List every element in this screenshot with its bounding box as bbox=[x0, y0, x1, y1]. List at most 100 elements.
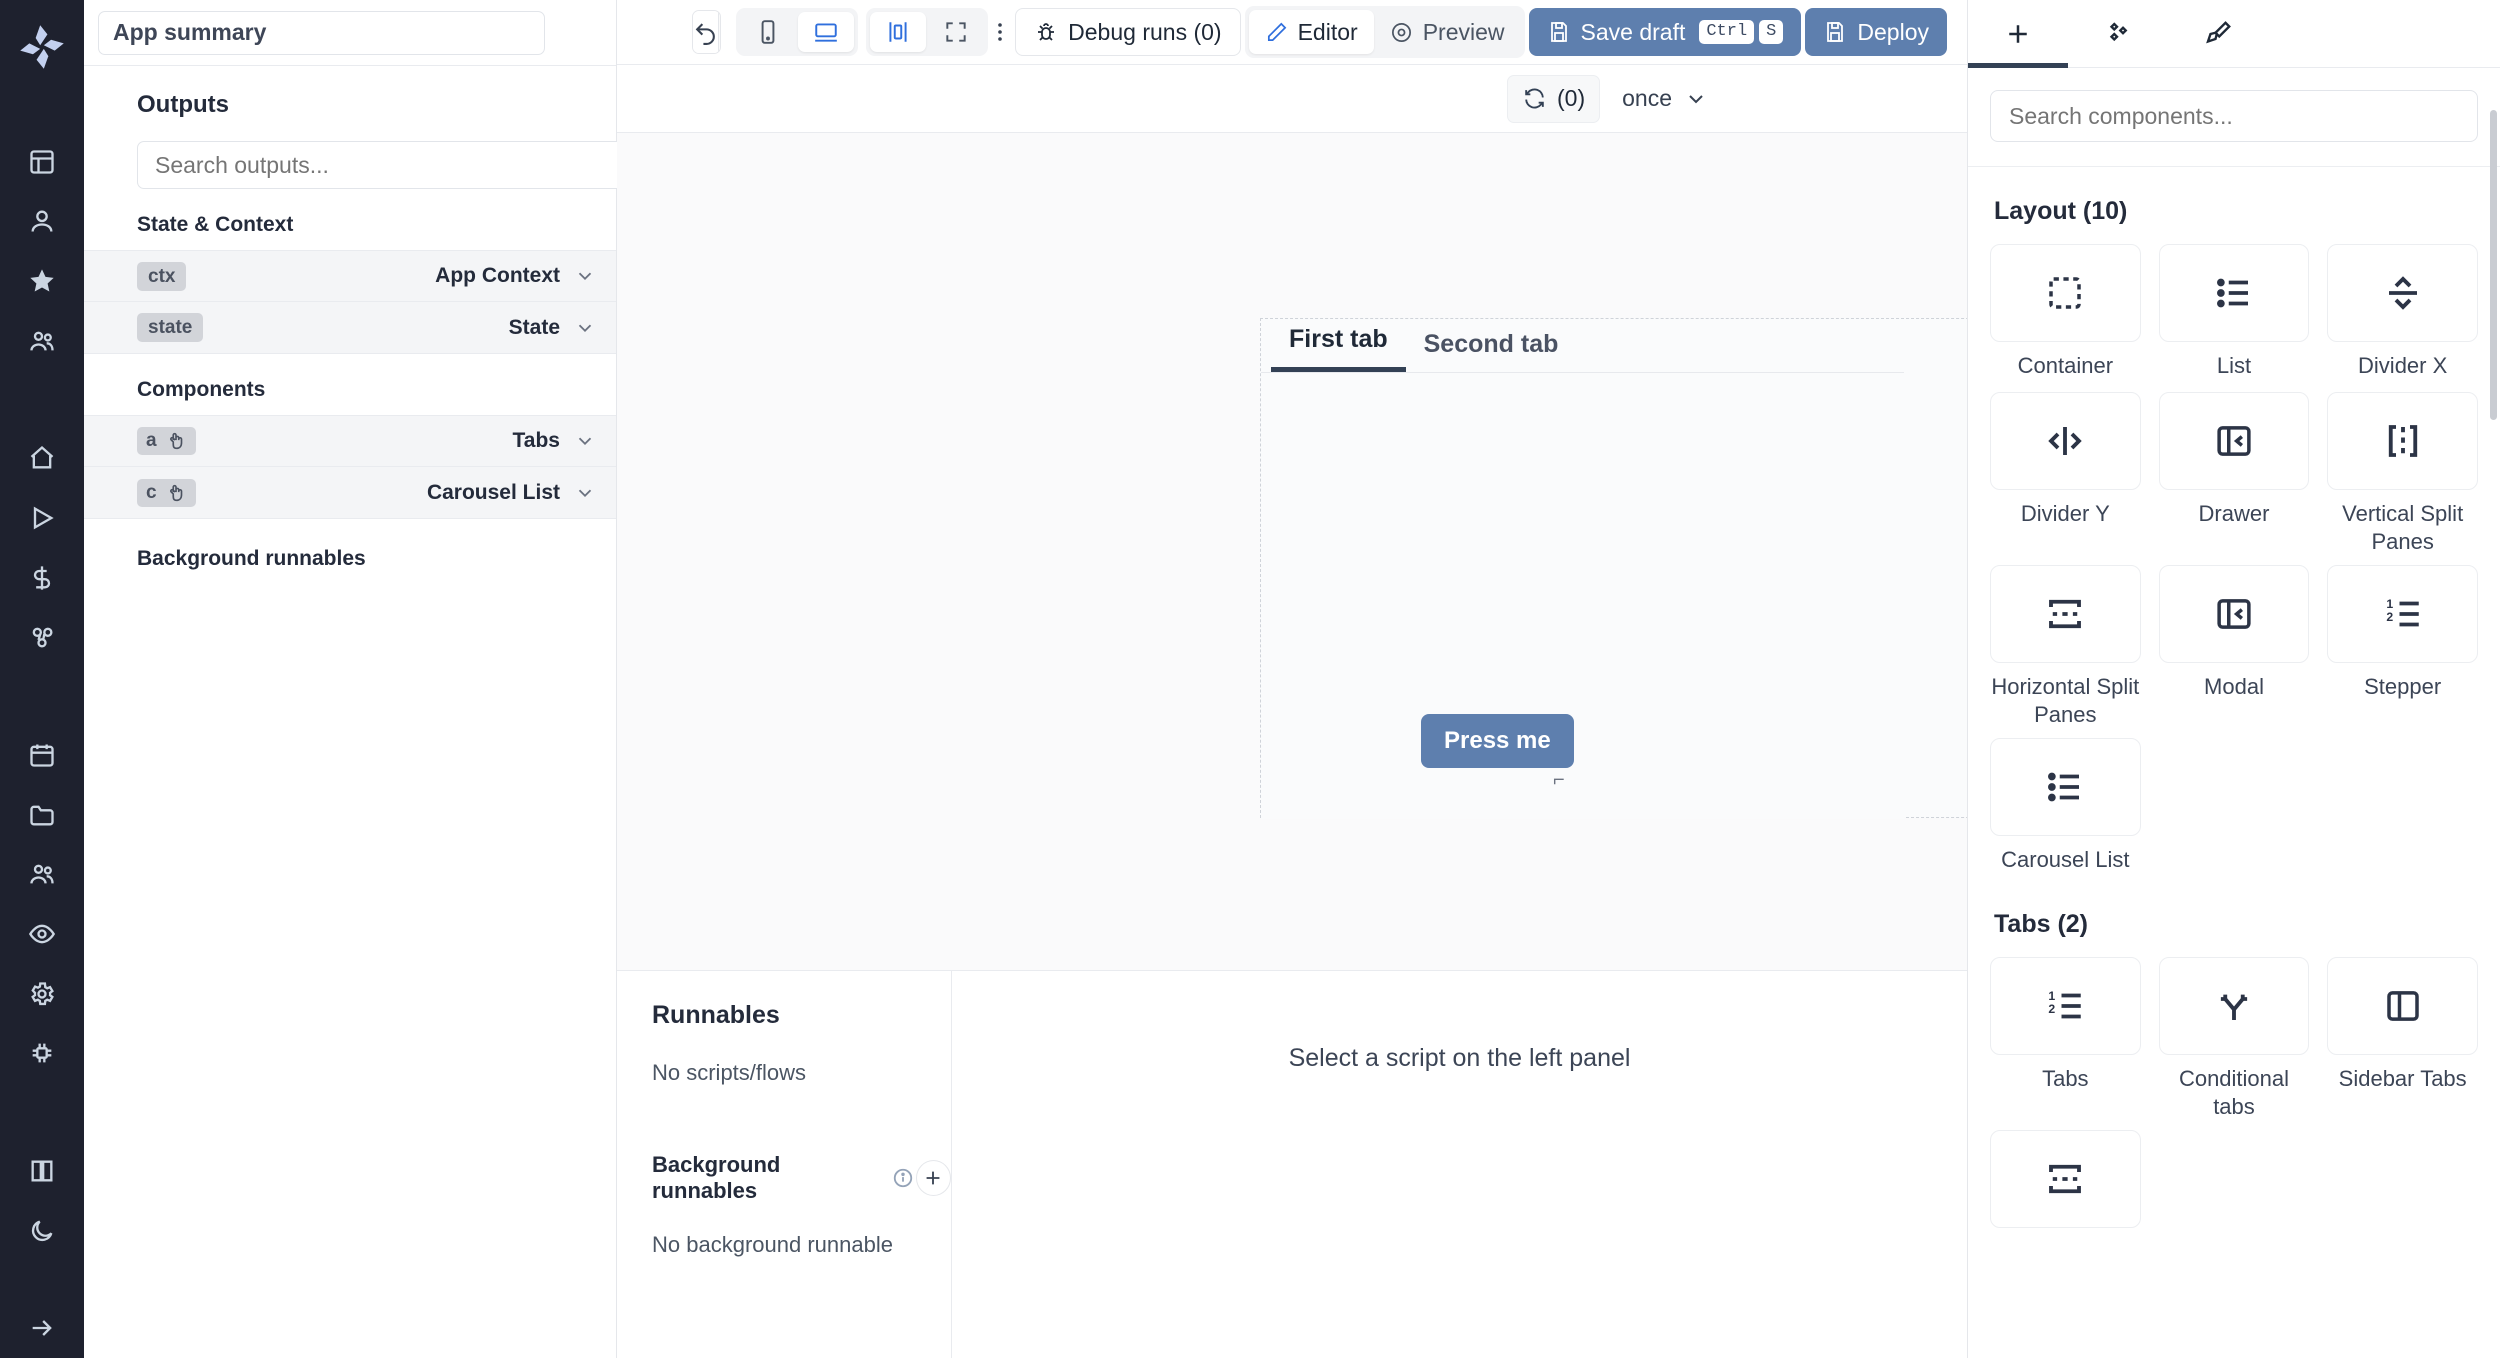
components-label: Components bbox=[84, 354, 616, 415]
rail-item-home[interactable] bbox=[11, 428, 73, 488]
save-draft-label: Save draft bbox=[1581, 19, 1686, 46]
chevron-down-icon[interactable] bbox=[574, 482, 596, 504]
component-label: Carousel List bbox=[2001, 846, 2129, 876]
editor-tab[interactable]: Editor bbox=[1249, 10, 1374, 54]
desktop-view-button[interactable] bbox=[798, 12, 854, 52]
undo-button[interactable] bbox=[693, 11, 718, 53]
component-card-container[interactable]: Container bbox=[1990, 244, 2141, 382]
component-label: Vertical Split Panes bbox=[2327, 500, 2478, 555]
component-label: List bbox=[2217, 352, 2251, 382]
tab-styling[interactable] bbox=[2168, 0, 2268, 67]
rail-item-schedules[interactable] bbox=[11, 725, 73, 785]
rail-item-resources[interactable] bbox=[11, 608, 73, 668]
component-card-drawer[interactable]: Drawer bbox=[2159, 392, 2310, 555]
runnables-left: Runnables No scripts/flows Background ru… bbox=[617, 971, 952, 1358]
runnables-title: Runnables bbox=[652, 1001, 951, 1030]
pointer-hand-icon bbox=[165, 482, 187, 504]
add-background-runnable-button[interactable] bbox=[916, 1160, 951, 1196]
rail-item-workers[interactable] bbox=[11, 1024, 73, 1084]
save-shortcut: Ctrl S bbox=[1699, 20, 1783, 45]
center-align-button[interactable] bbox=[870, 12, 926, 52]
components-icon bbox=[2103, 19, 2133, 49]
info-icon[interactable] bbox=[892, 1167, 914, 1189]
app-canvas[interactable]: First tab Second tab Press me ⌐ Hello us… bbox=[617, 133, 1967, 970]
rail-item-settings[interactable] bbox=[11, 964, 73, 1024]
rail-item-teams[interactable] bbox=[11, 844, 73, 904]
tab-insert-component[interactable] bbox=[1968, 0, 2068, 67]
component-card-sidebar-tabs[interactable]: Sidebar Tabs bbox=[2327, 957, 2478, 1120]
fullscreen-button[interactable] bbox=[928, 12, 984, 52]
component-label: Container bbox=[2018, 352, 2113, 382]
rail-item-audit[interactable] bbox=[11, 904, 73, 964]
component-card-list[interactable]: List bbox=[2159, 244, 2310, 382]
component-label: Horizontal Split Panes bbox=[1990, 673, 2141, 728]
rail-item-docs[interactable] bbox=[11, 1141, 73, 1201]
chevron-down-icon[interactable] bbox=[574, 430, 596, 452]
pointer-hand-icon bbox=[165, 430, 187, 452]
component-card-conditional-tabs[interactable]: Conditional tabs bbox=[2159, 957, 2310, 1120]
shortcut-modifier: Ctrl bbox=[1699, 20, 1754, 45]
rail-item-menu[interactable] bbox=[11, 132, 73, 192]
canvas-tab-first[interactable]: First tab bbox=[1271, 325, 1406, 372]
component-card-stepper[interactable]: 12 Stepper bbox=[2327, 565, 2478, 728]
divider-y-icon bbox=[1990, 392, 2141, 490]
search-components-input[interactable] bbox=[1990, 90, 2478, 142]
branch-icon bbox=[2159, 957, 2310, 1055]
deploy-button[interactable]: Deploy bbox=[1805, 8, 1947, 56]
svg-text:2: 2 bbox=[2386, 610, 2393, 624]
chevron-down-icon[interactable] bbox=[574, 317, 596, 339]
more-options-button[interactable] bbox=[988, 10, 1012, 54]
output-row-state[interactable]: state State bbox=[84, 302, 616, 354]
windmill-logo-icon[interactable] bbox=[13, 18, 71, 76]
tabs-component[interactable]: First tab Second tab Press me ⌐ Hello us… bbox=[1260, 318, 1967, 818]
app-summary-wrap bbox=[84, 0, 616, 65]
component-id-label: c bbox=[146, 482, 157, 504]
tabs-left-pane: First tab Second tab Press me ⌐ bbox=[1261, 319, 1904, 819]
alignment-toggle-group bbox=[866, 8, 988, 56]
component-id-chip: c bbox=[137, 479, 196, 507]
component-card-tabs[interactable]: 12 Tabs bbox=[1990, 957, 2141, 1120]
component-card-modal[interactable]: Modal bbox=[2159, 565, 2310, 728]
component-card-horizontal-split-panes[interactable]: Horizontal Split Panes bbox=[1990, 565, 2141, 728]
rail-item-runs[interactable] bbox=[11, 488, 73, 548]
output-row-component-a[interactable]: a Tabs bbox=[84, 415, 616, 467]
refresh-runs-button[interactable]: (0) bbox=[1507, 75, 1600, 123]
component-card-vertical-split-panes[interactable]: Vertical Split Panes bbox=[2327, 392, 2478, 555]
output-row-right: App Context bbox=[435, 264, 596, 288]
components-scroll-area[interactable]: Layout (10) Container List bbox=[1968, 166, 2500, 1358]
rail-item-groups[interactable] bbox=[11, 311, 73, 371]
component-card-divider-x[interactable]: Divider X bbox=[2327, 244, 2478, 382]
components-panel-scrollbar[interactable] bbox=[2490, 110, 2497, 420]
output-row-ctx[interactable]: ctx App Context bbox=[84, 250, 616, 302]
output-row-component-c[interactable]: c Carousel List bbox=[84, 467, 616, 519]
chevron-down-icon[interactable] bbox=[574, 265, 596, 287]
app-summary-input[interactable] bbox=[98, 11, 545, 55]
component-label: Modal bbox=[2204, 673, 2264, 703]
debug-runs-button[interactable]: Debug runs (0) bbox=[1015, 8, 1240, 56]
drawer-icon bbox=[2159, 392, 2310, 490]
press-me-button[interactable]: Press me bbox=[1421, 714, 1574, 768]
rail-item-variables[interactable] bbox=[11, 548, 73, 608]
output-id-chip-group: state bbox=[137, 313, 203, 342]
preview-tab[interactable]: Preview bbox=[1374, 10, 1521, 54]
rail-item-folders[interactable] bbox=[11, 785, 73, 845]
frequency-select[interactable]: once bbox=[1622, 85, 1708, 112]
mobile-view-button[interactable] bbox=[740, 12, 796, 52]
tab-components-tree[interactable] bbox=[2068, 0, 2168, 67]
component-card-carousel-list[interactable]: Carousel List bbox=[1990, 738, 2141, 876]
component-card-next-partial[interactable] bbox=[1990, 1130, 2141, 1268]
component-card-divider-y[interactable]: Divider Y bbox=[1990, 392, 2141, 555]
button-resize-handle[interactable]: ⌐ bbox=[1553, 770, 1565, 790]
rail-item-favorites[interactable] bbox=[11, 251, 73, 311]
rail-item-user[interactable] bbox=[11, 192, 73, 252]
canvas-tab-second[interactable]: Second tab bbox=[1406, 330, 1577, 372]
stepper-icon: 12 bbox=[1990, 957, 2141, 1055]
redo-button[interactable] bbox=[718, 11, 721, 53]
save-draft-button[interactable]: Save draft Ctrl S bbox=[1529, 8, 1802, 56]
rail-item-theme[interactable] bbox=[11, 1201, 73, 1261]
state-context-label: State & Context bbox=[84, 189, 616, 250]
rail-item-expand[interactable] bbox=[11, 1298, 73, 1358]
runnables-empty-text: No scripts/flows bbox=[652, 1060, 951, 1086]
search-outputs-input[interactable] bbox=[137, 141, 653, 189]
modal-icon bbox=[2159, 565, 2310, 663]
